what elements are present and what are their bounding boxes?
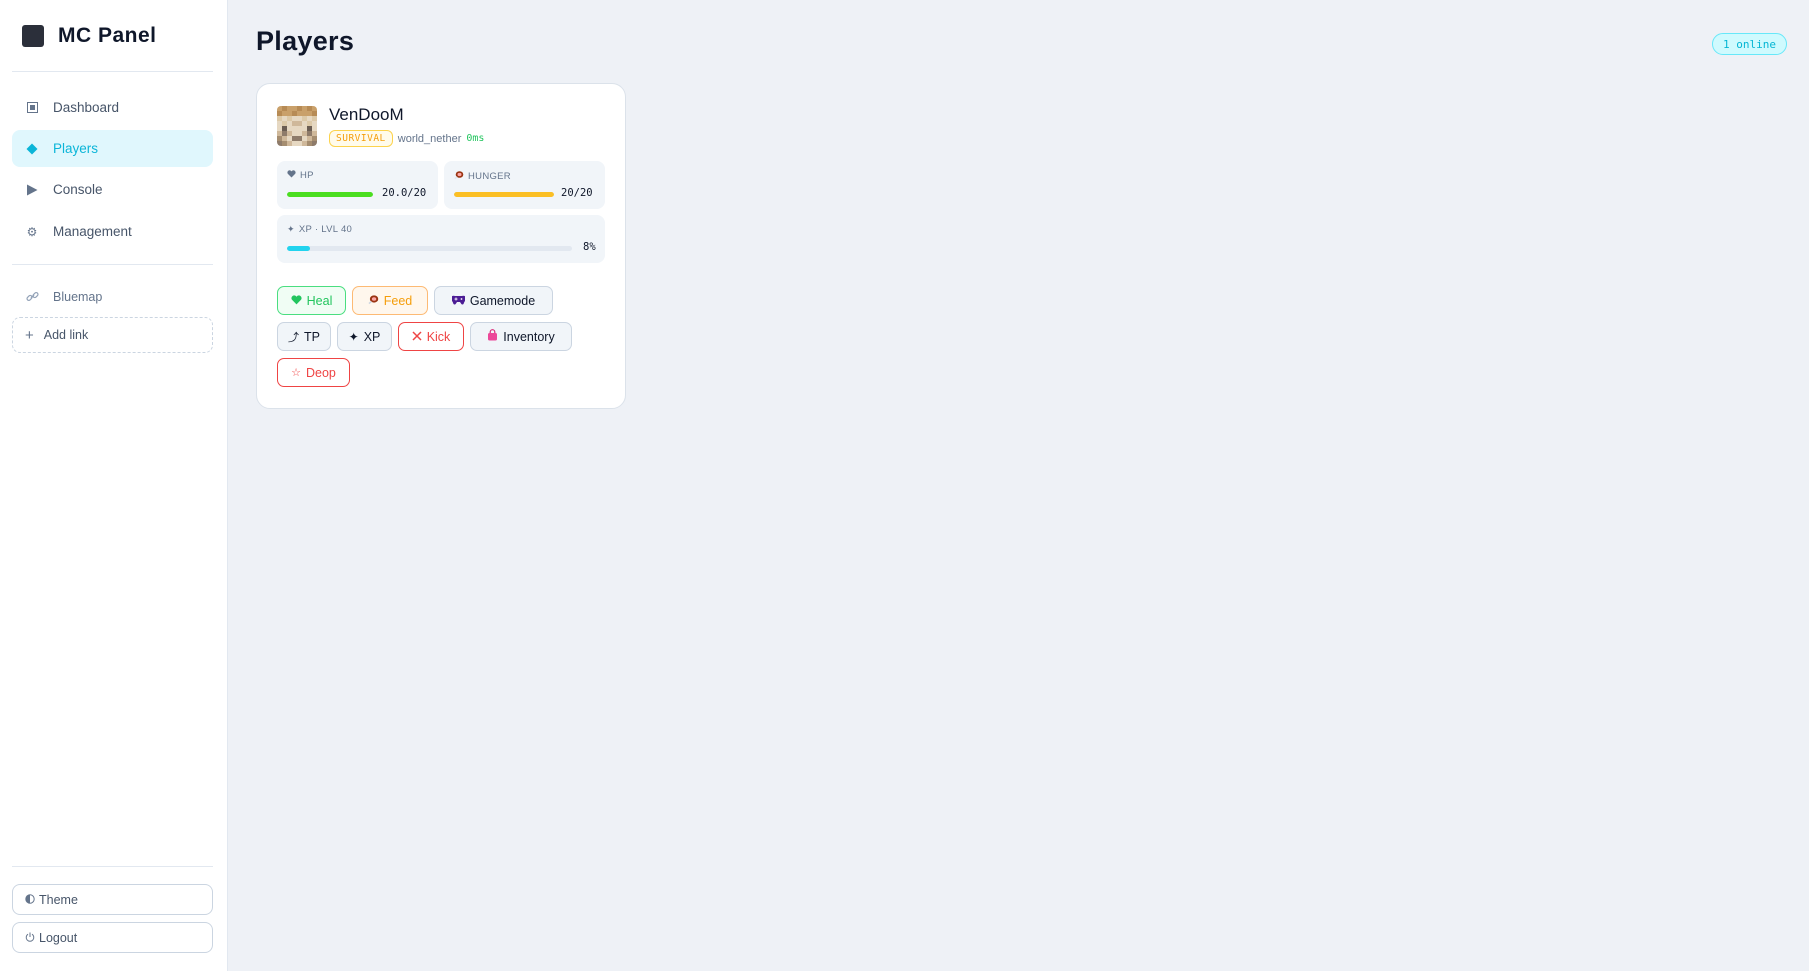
sidebar-link-bluemap[interactable]: Bluemap (12, 278, 213, 315)
inventory-label: Inventory (503, 329, 555, 344)
player-card: VenDooM SURVIVAL world_nether 0ms HP 20.… (256, 83, 626, 409)
kick-button[interactable]: Kick (398, 322, 464, 351)
theme-label: Theme (39, 892, 78, 907)
tp-label: TP (304, 329, 320, 344)
sidebar-item-label: Console (53, 182, 103, 197)
hp-value: 20.0/20 (382, 187, 427, 199)
hunger-label: HUNGER (468, 171, 511, 182)
star-icon: ☆ (291, 367, 301, 379)
close-icon (412, 330, 422, 344)
xp-button-label: XP (363, 329, 381, 344)
add-link-button[interactable]: + Add link (12, 317, 213, 353)
app-name: MC Panel (58, 24, 157, 47)
xp-button[interactable]: ✦ XP (337, 322, 392, 351)
heal-label: Heal (306, 293, 333, 308)
sidebar-item-players[interactable]: Players (12, 130, 213, 167)
heal-button[interactable]: Heal (277, 286, 346, 315)
power-icon (25, 931, 35, 945)
xp-value: 8% (583, 241, 596, 253)
sidebar-item-label: Dashboard (53, 100, 120, 115)
console-icon (25, 183, 39, 197)
sidebar-link-label: Bluemap (53, 289, 103, 304)
teleport-icon: ⤴ (288, 331, 299, 344)
player-ping: 0ms (466, 133, 485, 144)
player-name: VenDooM (329, 105, 404, 124)
xp-label-row: ✦ XP · LVL 40 (287, 224, 352, 235)
hp-stat: HP 20.0/20 (277, 161, 438, 209)
hp-bar (287, 192, 373, 197)
hp-label: HP (300, 170, 314, 181)
heart-icon (291, 294, 302, 308)
sidebar-item-console[interactable]: Console (12, 171, 213, 208)
deop-button[interactable]: ☆ Deop (277, 358, 350, 387)
inventory-button[interactable]: Inventory (470, 322, 572, 351)
feed-label: Feed (383, 293, 413, 308)
logout-label: Logout (39, 930, 78, 945)
sparkle-icon: ✦ (287, 224, 295, 234)
hunger-bar (454, 192, 554, 197)
player-meta: SURVIVAL world_nether 0ms (329, 130, 484, 147)
add-link-label: Add link (43, 328, 89, 342)
sparkle-icon: ✦ (348, 329, 359, 344)
heart-icon (287, 170, 296, 181)
gear-icon: ⚙ (26, 224, 38, 239)
xp-bar-fill (287, 246, 310, 251)
hunger-stat: HUNGER 20/20 (444, 161, 605, 209)
theme-icon (25, 893, 35, 907)
sidebar-item-management[interactable]: ⚙ Management (12, 213, 213, 250)
meat-icon (454, 170, 464, 183)
deop-label: Deop (305, 365, 336, 380)
hp-bar-fill (287, 192, 373, 197)
theme-button[interactable]: Theme (12, 884, 213, 915)
logout-button[interactable]: Logout (12, 922, 213, 953)
link-icon (25, 290, 39, 304)
logo-icon (22, 25, 44, 47)
kick-label: Kick (426, 329, 451, 344)
sidebar-item-label: Management (53, 224, 132, 239)
players-icon (25, 142, 39, 156)
divider (12, 71, 213, 72)
online-count-badge: 1 online (1712, 33, 1787, 55)
plus-icon: + (25, 326, 34, 344)
dashboard-icon (25, 101, 39, 115)
hunger-value: 20/20 (561, 187, 593, 199)
divider (12, 866, 213, 867)
gamemode-badge: SURVIVAL (329, 130, 393, 147)
feed-button[interactable]: Feed (352, 286, 428, 315)
hunger-label-row: HUNGER (454, 170, 511, 183)
page-title: Players (256, 26, 355, 56)
xp-bar (287, 246, 572, 251)
brand: MC Panel (22, 24, 157, 48)
gamemode-label: Gamemode (469, 293, 536, 308)
meat-icon (368, 294, 379, 308)
hunger-bar-fill (454, 192, 554, 197)
player-world: world_nether (397, 132, 462, 145)
hp-label-row: HP (287, 170, 314, 181)
xp-label: XP · LVL 40 (298, 224, 353, 235)
sidebar: MC Panel Dashboard Players Console ⚙ Man… (0, 0, 228, 971)
gamepad-icon (450, 294, 467, 308)
gamemode-button[interactable]: Gamemode (434, 286, 553, 315)
sidebar-item-dashboard[interactable]: Dashboard (12, 89, 213, 126)
player-avatar (277, 106, 317, 146)
teleport-button[interactable]: ⤴ TP (277, 322, 331, 351)
xp-stat: ✦ XP · LVL 40 8% (277, 215, 605, 263)
bag-icon (487, 329, 498, 344)
divider (12, 264, 213, 265)
sidebar-item-label: Players (53, 141, 99, 156)
